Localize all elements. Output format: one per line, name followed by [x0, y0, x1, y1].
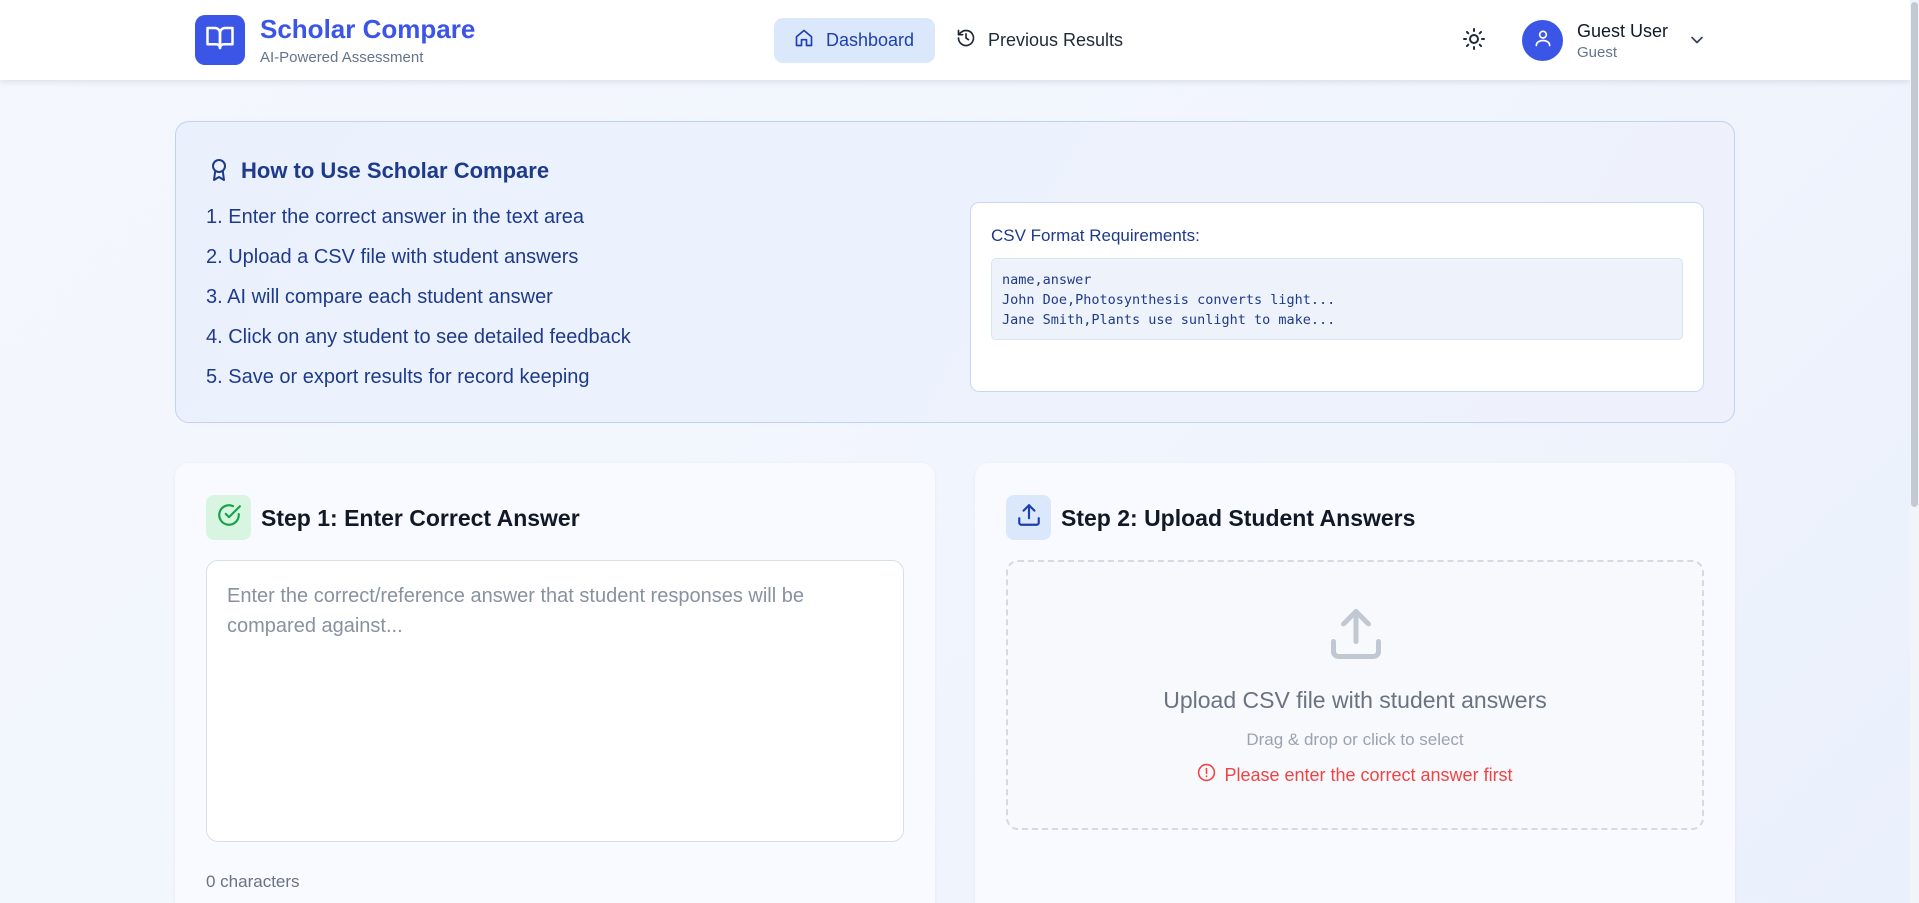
dropzone-error: Please enter the correct answer first	[1008, 763, 1702, 787]
award-icon	[207, 157, 231, 188]
nav-previous-label: Previous Results	[988, 30, 1124, 50]
step2-title: Step 2: Upload Student Answers	[1061, 505, 1416, 531]
app-logo[interactable]	[195, 15, 245, 65]
step1-title: Step 1: Enter Correct Answer	[261, 505, 580, 531]
history-icon	[956, 28, 976, 53]
step1-icon-box	[206, 495, 251, 540]
csv-example-code: name,answer John Doe,Photosynthesis conv…	[991, 258, 1683, 340]
csv-example-line: Jane Smith,Plants use sunlight to make..…	[1002, 312, 1336, 328]
csv-example-line: John Doe,Photosynthesis converts light..…	[1002, 292, 1336, 308]
character-count: 0 characters	[206, 872, 300, 891]
instruction-item: 4. Click on any student to see detailed …	[206, 326, 631, 348]
instruction-list: 1. Enter the correct answer in the text …	[206, 202, 631, 402]
instruction-item: 1. Enter the correct answer in the text …	[206, 206, 584, 228]
upload-icon	[1326, 604, 1386, 669]
top-header: Scholar Compare AI-Powered Assessment Da…	[0, 0, 1910, 80]
nav-previous-results[interactable]: Previous Results	[956, 18, 1123, 63]
step1-card: Step 1: Enter Correct Answer 0 character…	[175, 463, 935, 903]
user-icon	[1533, 28, 1553, 53]
nav-dashboard-label: Dashboard	[826, 30, 915, 50]
csv-format-title: CSV Format Requirements:	[991, 226, 1200, 245]
step2-card: Step 2: Upload Student Answers Upload CS…	[975, 463, 1735, 903]
book-open-icon	[205, 23, 235, 58]
theme-toggle-button[interactable]	[1460, 27, 1488, 55]
app-title: Scholar Compare	[260, 14, 476, 44]
dropzone-hint: Drag & drop or click to select	[1246, 730, 1464, 749]
csv-example-line: name,answer	[1002, 272, 1092, 288]
app-subtitle: AI-Powered Assessment	[260, 49, 424, 66]
chevron-down-icon	[1687, 30, 1707, 55]
dropzone-title: Upload CSV file with student answers	[1163, 687, 1547, 713]
home-icon	[794, 28, 814, 53]
nav-dashboard[interactable]: Dashboard	[774, 18, 935, 63]
page-scrollbar-thumb[interactable]	[1911, 2, 1918, 507]
how-to-use-title: How to Use Scholar Compare	[241, 158, 550, 183]
instruction-item: 3. AI will compare each student answer	[206, 286, 553, 308]
user-menu[interactable]: Guest User Guest	[1522, 20, 1708, 62]
sun-icon	[1462, 27, 1486, 56]
check-circle-icon	[216, 502, 242, 533]
avatar	[1522, 20, 1563, 61]
user-name: Guest User	[1577, 21, 1669, 41]
step2-icon-box	[1006, 495, 1051, 540]
instruction-item: 5. Save or export results for record kee…	[206, 366, 590, 388]
csv-dropzone[interactable]: Upload CSV file with student answers Dra…	[1006, 560, 1704, 830]
instruction-item: 2. Upload a CSV file with student answer…	[206, 246, 579, 268]
csv-format-box: CSV Format Requirements: name,answer Joh…	[970, 202, 1704, 392]
dropzone-error-text: Please enter the correct answer first	[1224, 764, 1513, 785]
upload-icon	[1016, 502, 1042, 533]
alert-circle-icon	[1197, 763, 1216, 787]
user-role: Guest	[1577, 44, 1618, 61]
correct-answer-input[interactable]	[206, 560, 904, 842]
